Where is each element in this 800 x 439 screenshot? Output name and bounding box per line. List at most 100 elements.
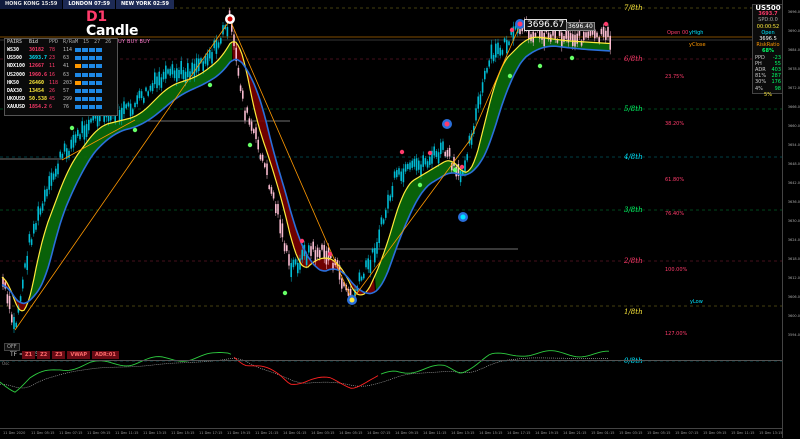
candle-body bbox=[363, 273, 365, 279]
candle-body bbox=[41, 203, 44, 211]
candle-body bbox=[138, 90, 141, 99]
dash-col-15: 15 bbox=[83, 39, 90, 45]
dashboard-row[interactable]: WS30 30182 78 114 bbox=[5, 46, 117, 54]
murrey-level-label: 7/8th bbox=[624, 4, 643, 12]
candle-body bbox=[429, 156, 431, 165]
sell-dot bbox=[299, 238, 305, 244]
dashboard-row[interactable]: UKOUSD 50.538 45 299 bbox=[5, 95, 117, 103]
candle-body bbox=[589, 30, 592, 36]
candle-body bbox=[171, 64, 174, 75]
candle-body bbox=[607, 26, 609, 38]
btn-z3[interactable]: Z3 bbox=[52, 351, 66, 359]
candle-body bbox=[24, 263, 26, 268]
candle-body bbox=[151, 83, 154, 92]
candle-body bbox=[217, 42, 220, 48]
fib-percent-label: 61.80% bbox=[665, 177, 685, 183]
candle-body bbox=[202, 61, 204, 71]
candle-body bbox=[609, 35, 611, 50]
panel-timer: 00:00:52 bbox=[756, 23, 780, 30]
candle-body bbox=[365, 260, 367, 268]
signal-marker-core bbox=[517, 21, 523, 27]
candle-body bbox=[550, 34, 552, 42]
candle-body bbox=[380, 217, 383, 225]
candle-body bbox=[246, 107, 248, 113]
dashboard-row[interactable]: HK50 26460 118 203 bbox=[5, 79, 117, 87]
candle-body bbox=[264, 163, 266, 168]
dashboard-row[interactable]: NDX100 12667 11 41 bbox=[5, 62, 117, 70]
fib-percent-label: 127.00% bbox=[665, 331, 688, 337]
sell-dot bbox=[603, 21, 609, 27]
btn-z1[interactable]: Z1 bbox=[22, 351, 36, 359]
candle-body bbox=[266, 163, 268, 176]
candle-body bbox=[244, 110, 246, 121]
candle-body bbox=[48, 176, 50, 190]
oscillator-subwindow[interactable] bbox=[0, 360, 782, 429]
candle-body bbox=[312, 241, 314, 250]
murrey-level-label: 5/8th bbox=[624, 105, 643, 113]
dash-ppd: 118 bbox=[49, 79, 59, 86]
candle-body bbox=[275, 204, 277, 214]
price-axis[interactable]: 3696.0 3690.0 3684.0 3678.0 3672.0 3666.0 3660… bbox=[782, 0, 800, 438]
buy-dot bbox=[569, 55, 575, 61]
price-tick: 3648.0 bbox=[787, 162, 800, 166]
dash-trend-bars bbox=[75, 72, 115, 77]
candle-body bbox=[134, 102, 136, 107]
candle-body bbox=[59, 151, 61, 158]
candle-body bbox=[294, 259, 297, 265]
buy-dot bbox=[132, 127, 138, 133]
candle-body bbox=[143, 97, 145, 103]
btn-vwap[interactable]: VWAP bbox=[67, 351, 91, 359]
candle-body bbox=[39, 208, 42, 215]
candle-body bbox=[433, 146, 435, 156]
dash-trend-bars bbox=[75, 56, 115, 61]
candle-body bbox=[475, 108, 477, 121]
sell-dot bbox=[509, 27, 515, 33]
candle-body bbox=[371, 248, 374, 253]
candle-body bbox=[301, 249, 303, 260]
candle-body bbox=[585, 32, 587, 38]
time-tick: 14 Dec 01:15 bbox=[283, 431, 307, 435]
price-tick: 3690.0 bbox=[787, 29, 800, 33]
candle-body bbox=[490, 44, 493, 59]
candle-body bbox=[495, 43, 497, 58]
candle-body bbox=[11, 314, 13, 323]
tf-toggle-button[interactable]: OFF bbox=[4, 343, 20, 351]
dash-trend-bars bbox=[75, 48, 115, 53]
time-tick: 15 Dec 13:15 bbox=[759, 431, 783, 435]
candle-body bbox=[123, 101, 125, 115]
candle-body bbox=[147, 91, 149, 96]
session-london: LONDON 07:59 bbox=[63, 0, 116, 9]
symbol-info-panel: US500 3693.7 SPD:0.0 00:00:52 Open 3696.… bbox=[752, 4, 784, 98]
trend-cloud bbox=[232, 41, 375, 295]
dash-bid: 30182 bbox=[29, 47, 45, 53]
candle-body bbox=[30, 239, 33, 245]
time-tick: 11 Dec 11:15 bbox=[115, 431, 139, 435]
dashboard-row[interactable]: US500 3693.7 23 63 bbox=[5, 54, 117, 62]
candle-body bbox=[459, 171, 462, 183]
candle-body bbox=[574, 34, 576, 47]
time-axis[interactable]: 11 Dec 2020 11 Dec 05:15 11 Dec 07:15 11 De… bbox=[0, 428, 783, 439]
dashboard-row[interactable]: DAX30 13454 26 57 bbox=[5, 87, 117, 95]
candle-body bbox=[398, 168, 400, 175]
candle-body bbox=[411, 160, 413, 168]
dash-col-m: M bbox=[75, 39, 79, 45]
candle-body bbox=[481, 82, 484, 93]
buy-dot bbox=[417, 182, 423, 188]
ylow-label: yLow bbox=[690, 299, 703, 305]
buy-dot bbox=[452, 167, 458, 173]
btn-adr[interactable]: ADR:01 bbox=[92, 351, 119, 359]
dash-trend-bars bbox=[75, 64, 115, 69]
price-tick: 3600.0 bbox=[787, 314, 800, 318]
panel-stat-key: 4% bbox=[755, 85, 763, 92]
candle-body bbox=[569, 33, 572, 40]
candle-body bbox=[70, 139, 72, 149]
dashboard-row[interactable]: US2000 1960.6 16 63 bbox=[5, 71, 117, 79]
candle-body bbox=[257, 139, 259, 150]
btn-z2[interactable]: Z2 bbox=[37, 351, 51, 359]
dash-pair: US2000 bbox=[7, 71, 26, 78]
candle-body bbox=[448, 147, 451, 157]
price-tick: 3642.0 bbox=[787, 181, 800, 185]
candle-body bbox=[121, 107, 123, 121]
candle-body bbox=[162, 71, 165, 80]
dashboard-row[interactable]: XAUUSD 1854.2 6 76 bbox=[5, 103, 117, 111]
